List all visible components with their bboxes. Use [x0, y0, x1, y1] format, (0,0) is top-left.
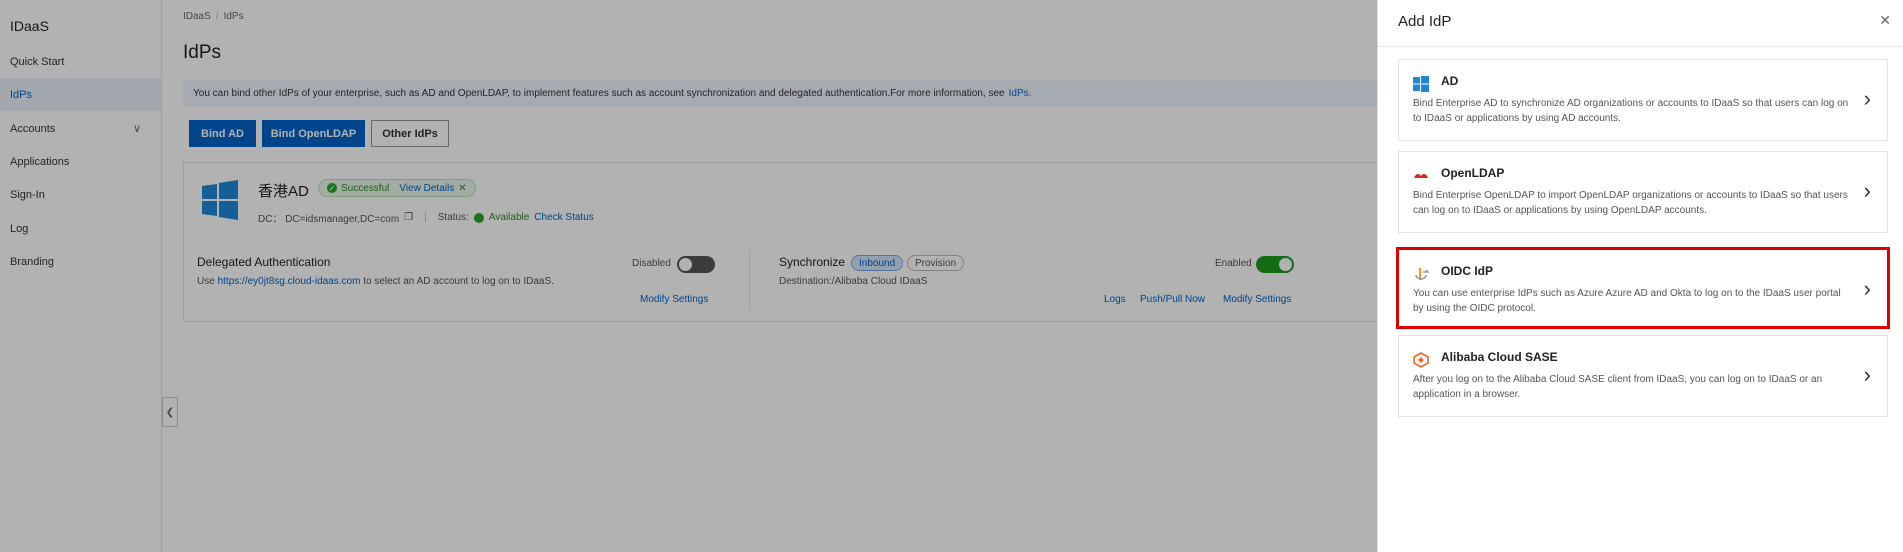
oidc-icon — [1415, 268, 1429, 280]
option-title: OpenLDAP — [1441, 166, 1505, 180]
windows-icon — [1413, 76, 1429, 92]
chevron-right-icon: › — [1863, 178, 1871, 203]
option-title: AD — [1441, 74, 1459, 88]
close-icon[interactable]: ✕ — [1879, 12, 1891, 29]
sase-icon — [1413, 352, 1429, 368]
divider — [1378, 46, 1903, 47]
idp-option-ad[interactable]: AD Bind Enterprise AD to synchronize AD … — [1398, 59, 1888, 141]
chevron-right-icon: › — [1863, 362, 1871, 387]
option-title: OIDC IdP — [1441, 264, 1494, 278]
openldap-icon — [1414, 173, 1428, 178]
idp-option-oidc[interactable]: OIDC IdP You can use enterprise IdPs suc… — [1396, 247, 1890, 329]
idp-option-openldap[interactable]: OpenLDAP Bind Enterprise OpenLDAP to imp… — [1398, 151, 1888, 233]
drawer-title: Add IdP — [1398, 13, 1452, 30]
option-description: You can use enterprise IdPs such as Azur… — [1413, 288, 1841, 314]
option-description: Bind Enterprise OpenLDAP to import OpenL… — [1413, 190, 1848, 216]
chevron-right-icon: › — [1863, 276, 1871, 301]
option-description: Bind Enterprise AD to synchronize AD org… — [1413, 98, 1849, 124]
chevron-right-icon: › — [1863, 86, 1871, 111]
modal-overlay[interactable] — [0, 0, 1377, 552]
add-idp-drawer: Add IdP ✕ AD Bind Enterprise AD to synch… — [1377, 0, 1903, 552]
idp-option-alibaba-sase[interactable]: Alibaba Cloud SASE After you log on to t… — [1398, 335, 1888, 417]
option-title: Alibaba Cloud SASE — [1441, 350, 1558, 364]
option-description: After you log on to the Alibaba Cloud SA… — [1413, 374, 1823, 400]
